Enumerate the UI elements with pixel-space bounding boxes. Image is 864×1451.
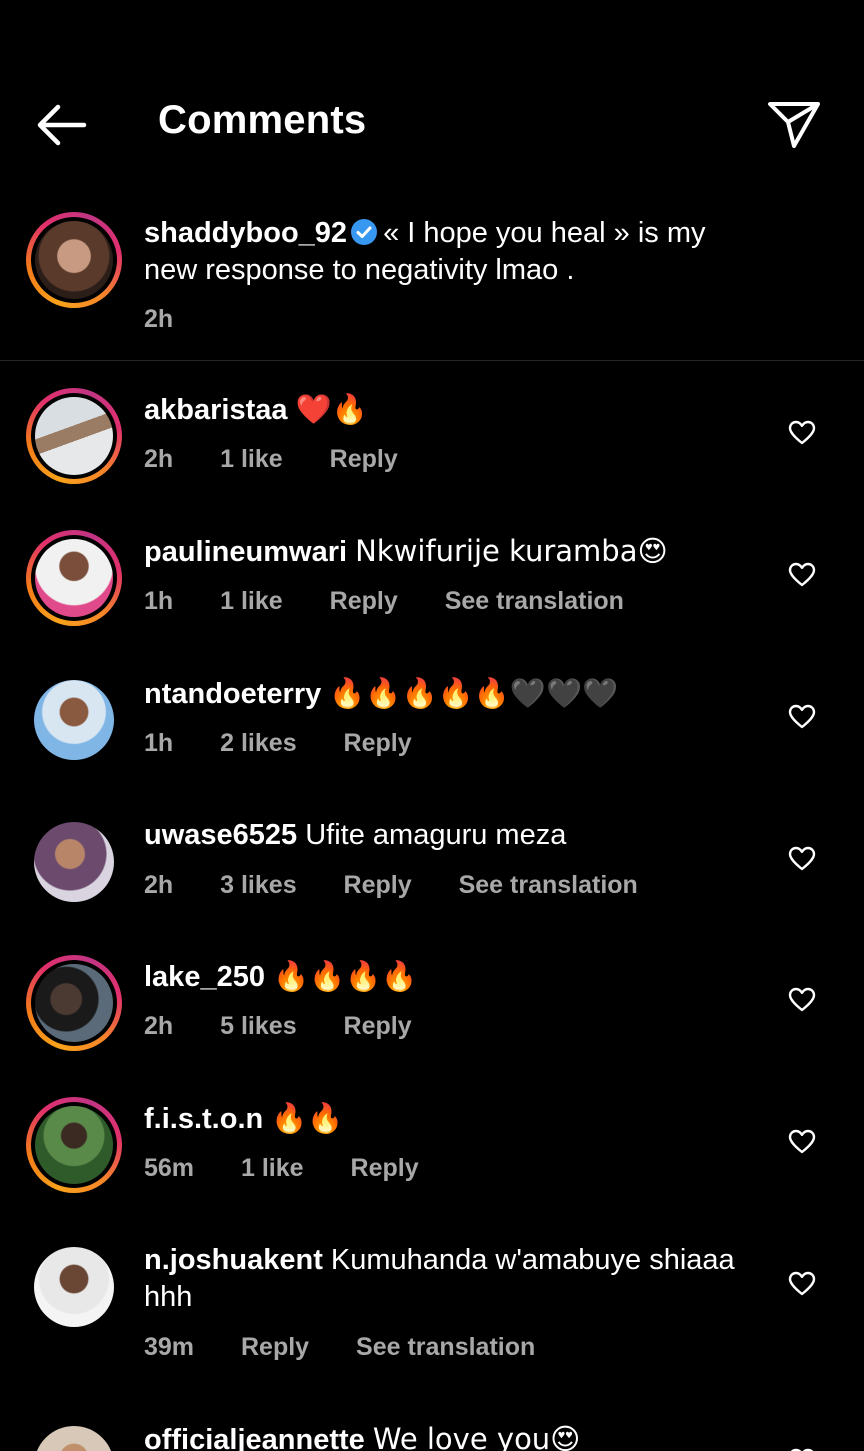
avatar[interactable] bbox=[26, 1097, 122, 1193]
avatar[interactable] bbox=[26, 1239, 122, 1335]
list-item: officialjeannette We love you😍 bbox=[0, 1410, 864, 1451]
comment-time: 2h bbox=[144, 1012, 174, 1040]
reply-button[interactable]: Reply bbox=[344, 729, 412, 757]
comment-text: We love you😍 bbox=[372, 1422, 581, 1451]
comment-time: 56m bbox=[144, 1154, 195, 1182]
comment-meta: 56m 1 like Reply bbox=[144, 1154, 459, 1183]
reply-button[interactable]: Reply bbox=[330, 587, 398, 615]
reply-button[interactable]: Reply bbox=[344, 1012, 412, 1040]
see-translation-button[interactable]: See translation bbox=[356, 1333, 535, 1361]
comment-username[interactable]: f.i.s.t.o.n bbox=[144, 1103, 263, 1135]
comment-likes[interactable]: 2 likes bbox=[220, 729, 296, 757]
avatar[interactable] bbox=[26, 672, 122, 768]
caption-meta: 2h bbox=[144, 305, 213, 334]
reply-button[interactable]: Reply bbox=[330, 445, 398, 473]
comment-likes[interactable]: 1 like bbox=[241, 1154, 304, 1182]
comment-username[interactable]: lake_250 bbox=[144, 961, 265, 993]
comment-meta: 2h 3 likes Reply See translation bbox=[144, 871, 678, 900]
share-button[interactable] bbox=[764, 96, 824, 152]
comment-text: Nkwifurije kuramba😍 bbox=[355, 534, 668, 568]
comment-username[interactable]: officialjeannette bbox=[144, 1424, 365, 1451]
comment-time: 1h bbox=[144, 587, 174, 615]
comment-username[interactable]: paulineumwari bbox=[144, 536, 347, 568]
see-translation-button[interactable]: See translation bbox=[445, 587, 624, 615]
verified-badge-icon bbox=[351, 219, 378, 245]
avatar[interactable] bbox=[26, 212, 122, 308]
header: Comments bbox=[0, 0, 864, 190]
avatar[interactable] bbox=[26, 955, 122, 1051]
comment-likes[interactable]: 5 likes bbox=[220, 1012, 296, 1040]
comment-meta: 2h 5 likes Reply bbox=[144, 1012, 452, 1041]
avatar[interactable] bbox=[26, 814, 122, 910]
comment-meta: 1h 1 like Reply See translation bbox=[144, 587, 664, 616]
comment-username[interactable]: ntandoeterry bbox=[144, 678, 321, 710]
back-button[interactable] bbox=[32, 100, 92, 150]
comment-text: 🔥🔥🔥🔥 bbox=[273, 959, 418, 993]
heart-icon[interactable] bbox=[788, 562, 816, 588]
comment-time: 2h bbox=[144, 871, 174, 899]
comment-likes[interactable]: 1 like bbox=[220, 587, 283, 615]
comment-text: 🔥🔥🔥🔥🔥🖤🖤🖤 bbox=[329, 676, 619, 710]
arrow-left-icon bbox=[37, 104, 87, 146]
comment-time: 2h bbox=[144, 445, 174, 473]
heart-icon[interactable] bbox=[788, 420, 816, 446]
comment-likes[interactable]: 3 likes bbox=[220, 871, 296, 899]
comment-time: 39m bbox=[144, 1333, 195, 1361]
caption-time: 2h bbox=[144, 305, 174, 333]
reply-button[interactable]: Reply bbox=[351, 1154, 419, 1182]
comment-meta: 1h 2 likes Reply bbox=[144, 729, 452, 758]
divider bbox=[0, 360, 864, 361]
heart-icon[interactable] bbox=[788, 987, 816, 1013]
avatar[interactable] bbox=[26, 388, 122, 484]
post-caption: shaddyboo_92 « I hope you heal » is my ne… bbox=[0, 206, 864, 361]
comment-username[interactable]: akbaristaa bbox=[144, 394, 288, 426]
heart-icon[interactable] bbox=[788, 704, 816, 730]
reply-button[interactable]: Reply bbox=[241, 1333, 309, 1361]
comment-username[interactable]: uwase6525 bbox=[144, 819, 297, 851]
comment-text: Ufite amaguru meza bbox=[305, 819, 567, 851]
page-title: Comments bbox=[158, 98, 367, 142]
caption-username[interactable]: shaddyboo_92 bbox=[144, 217, 347, 249]
comment-text: 🔥🔥 bbox=[271, 1101, 344, 1135]
heart-icon[interactable] bbox=[788, 1271, 816, 1297]
paper-plane-icon bbox=[768, 102, 820, 148]
comment-meta: 2h 1 like Reply bbox=[144, 445, 438, 474]
avatar[interactable] bbox=[26, 530, 122, 626]
heart-icon[interactable] bbox=[788, 1129, 816, 1155]
reply-button[interactable]: Reply bbox=[344, 871, 412, 899]
comment-likes[interactable]: 1 like bbox=[220, 445, 283, 473]
comment-time: 1h bbox=[144, 729, 174, 757]
comment-username[interactable]: n.joshuakent bbox=[144, 1244, 323, 1276]
heart-icon[interactable] bbox=[788, 846, 816, 872]
comment-text: ❤️🔥 bbox=[295, 392, 368, 426]
see-translation-button[interactable]: See translation bbox=[459, 871, 638, 899]
avatar[interactable] bbox=[26, 1418, 122, 1451]
comment-meta: 39m Reply See translation bbox=[144, 1333, 575, 1362]
